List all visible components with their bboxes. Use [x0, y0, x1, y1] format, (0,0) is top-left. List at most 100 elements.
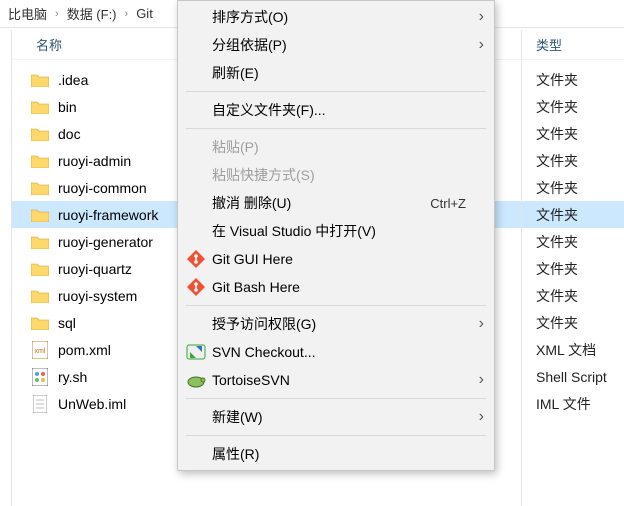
folder-icon	[30, 71, 50, 89]
type-cell: 文件夹	[522, 147, 624, 174]
type-label: 文件夹	[536, 205, 578, 225]
type-cell: 文件夹	[522, 228, 624, 255]
menu-item-label: 授予访问权限(G)	[208, 314, 468, 334]
type-label: 文件夹	[536, 151, 578, 171]
menu-item[interactable]: 新建(W)›	[178, 403, 494, 431]
chevron-right-icon: ›	[468, 408, 484, 426]
menu-item: 粘贴快捷方式(S)	[178, 161, 494, 189]
git-icon	[184, 277, 208, 297]
blank-icon	[184, 35, 208, 55]
type-label: XML 文档	[536, 340, 596, 360]
type-label: 文件夹	[536, 286, 578, 306]
type-label: 文件夹	[536, 313, 578, 333]
file-icon	[30, 395, 50, 413]
breadcrumb-item[interactable]: 比电脑	[4, 4, 51, 23]
menu-item[interactable]: 授予访问权限(G)›	[178, 310, 494, 338]
folder-icon	[30, 98, 50, 116]
menu-separator	[186, 128, 486, 129]
type-column: 类型 文件夹文件夹文件夹文件夹文件夹文件夹文件夹文件夹文件夹文件夹XML 文档S…	[522, 30, 624, 506]
menu-item[interactable]: 刷新(E)	[178, 59, 494, 87]
file-name: sql	[58, 315, 76, 331]
blank-icon	[184, 165, 208, 185]
blank-icon	[184, 100, 208, 120]
blank-icon	[184, 407, 208, 427]
breadcrumb-item[interactable]: Git	[132, 6, 157, 21]
type-cell: 文件夹	[522, 174, 624, 201]
file-name: .idea	[58, 72, 88, 88]
file-name: ruoyi-system	[58, 288, 137, 304]
menu-item[interactable]: Git Bash Here	[178, 273, 494, 301]
column-header-label: 名称	[36, 35, 62, 54]
blank-icon	[184, 314, 208, 334]
menu-item-label: SVN Checkout...	[208, 344, 468, 360]
menu-shortcut: Ctrl+Z	[430, 196, 468, 211]
type-label: 文件夹	[536, 259, 578, 279]
file-name: UnWeb.iml	[58, 396, 126, 412]
blank-icon	[184, 137, 208, 157]
file-name: ruoyi-admin	[58, 153, 131, 169]
type-cell: 文件夹	[522, 255, 624, 282]
breadcrumb-item[interactable]: 数据 (F:)	[63, 4, 121, 23]
menu-item[interactable]: 属性(R)	[178, 440, 494, 468]
menu-item[interactable]: 自定义文件夹(F)...	[178, 96, 494, 124]
type-label: 文件夹	[536, 97, 578, 117]
menu-item: 粘贴(P)	[178, 133, 494, 161]
tortoise-icon	[184, 370, 208, 390]
menu-item-label: 撤消 删除(U)	[208, 193, 430, 213]
type-cell: 文件夹	[522, 93, 624, 120]
type-cell: 文件夹	[522, 201, 624, 228]
blank-icon	[184, 63, 208, 83]
file-name: ruoyi-quartz	[58, 261, 132, 277]
menu-item[interactable]: 在 Visual Studio 中打开(V)	[178, 217, 494, 245]
folder-icon	[30, 125, 50, 143]
type-label: 文件夹	[536, 232, 578, 252]
type-list: 文件夹文件夹文件夹文件夹文件夹文件夹文件夹文件夹文件夹文件夹XML 文档Shel…	[522, 60, 624, 417]
type-cell: Shell Script	[522, 363, 624, 390]
svn-icon	[184, 342, 208, 362]
blank-icon	[184, 193, 208, 213]
menu-item-label: Git GUI Here	[208, 251, 468, 267]
blank-icon	[184, 221, 208, 241]
type-cell: IML 文件	[522, 390, 624, 417]
folder-icon	[30, 260, 50, 278]
xml-icon	[30, 341, 50, 359]
folder-icon	[30, 233, 50, 251]
menu-item[interactable]: Git GUI Here	[178, 245, 494, 273]
git-icon	[184, 249, 208, 269]
type-label: 文件夹	[536, 178, 578, 198]
menu-item-label: 属性(R)	[208, 444, 468, 464]
menu-item[interactable]: 撤消 删除(U)Ctrl+Z	[178, 189, 494, 217]
menu-item-label: 粘贴(P)	[208, 137, 468, 157]
type-cell: XML 文档	[522, 336, 624, 363]
menu-item-label: 分组依据(P)	[208, 35, 468, 55]
menu-item[interactable]: 排序方式(O)›	[178, 3, 494, 31]
file-name: ruoyi-common	[58, 180, 147, 196]
blank-icon	[184, 7, 208, 27]
chevron-right-icon: ›	[468, 371, 484, 389]
menu-item[interactable]: TortoiseSVN›	[178, 366, 494, 394]
menu-item-label: 自定义文件夹(F)...	[208, 100, 468, 120]
chevron-right-icon: ›	[121, 8, 133, 20]
context-menu[interactable]: 排序方式(O)›分组依据(P)›刷新(E)自定义文件夹(F)...粘贴(P)粘贴…	[177, 0, 495, 471]
left-gutter	[0, 30, 12, 506]
menu-item-label: Git Bash Here	[208, 279, 468, 295]
file-name: ry.sh	[58, 369, 87, 385]
folder-icon	[30, 206, 50, 224]
menu-item-label: 在 Visual Studio 中打开(V)	[208, 221, 468, 241]
column-header-type[interactable]: 类型	[522, 30, 624, 60]
menu-separator	[186, 435, 486, 436]
menu-separator	[186, 91, 486, 92]
type-cell: 文件夹	[522, 282, 624, 309]
type-cell: 文件夹	[522, 66, 624, 93]
folder-icon	[30, 152, 50, 170]
blank-icon	[184, 444, 208, 464]
type-cell: 文件夹	[522, 309, 624, 336]
menu-item[interactable]: SVN Checkout...	[178, 338, 494, 366]
menu-item-label: 刷新(E)	[208, 63, 468, 83]
sh-icon	[30, 368, 50, 386]
type-label: 文件夹	[536, 124, 578, 144]
type-label: IML 文件	[536, 394, 591, 414]
chevron-right-icon: ›	[468, 315, 484, 333]
column-header-label: 类型	[536, 35, 562, 54]
menu-item[interactable]: 分组依据(P)›	[178, 31, 494, 59]
